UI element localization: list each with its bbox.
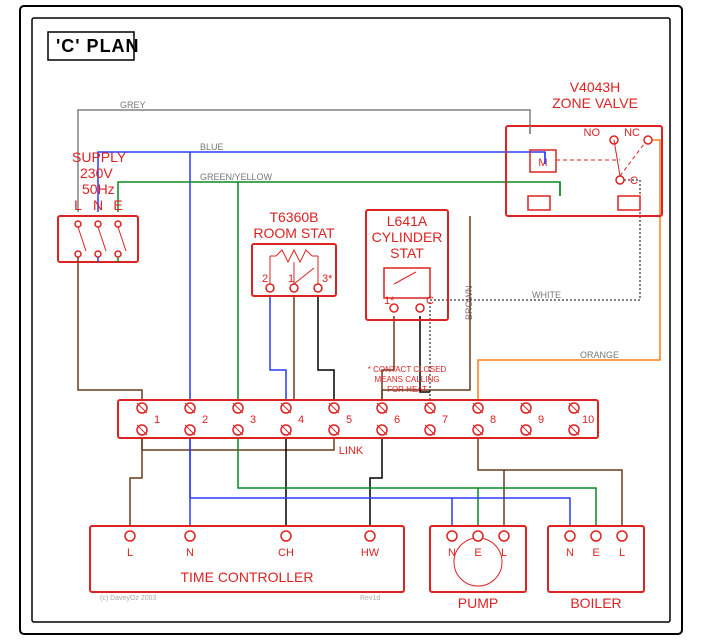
strip-n7: 7: [442, 414, 448, 426]
credit-text: (c) DaveyOz 2003: [100, 595, 157, 602]
boiler-N: N: [566, 547, 574, 559]
supply-label-2: 230V: [80, 165, 113, 181]
supply-E: E: [113, 197, 122, 213]
valve-NC: NC: [624, 127, 640, 139]
strip-n10: 10: [582, 414, 594, 426]
wire-roomstat-2: [270, 296, 286, 400]
time-controller-block: L N CH HW TIME CONTROLLER: [90, 526, 404, 592]
wire-pump-N: [190, 438, 452, 526]
pump-label: PUMP: [458, 595, 498, 611]
boiler-E: E: [592, 547, 599, 559]
cylstat-label-1: L641A: [387, 213, 428, 229]
strip-n1: 1: [154, 414, 160, 426]
valve-C: C: [630, 175, 638, 187]
pump-L: L: [501, 547, 507, 559]
cylstat-note-2: MEANS CALLING: [375, 375, 440, 384]
tc-label: TIME CONTROLLER: [180, 569, 313, 585]
supply-label-1: SUPPLY: [72, 149, 127, 165]
tc-L: L: [127, 547, 133, 559]
wire-label-greenyellow: GREEN/YELLOW: [200, 172, 273, 182]
wire-tc-L: [130, 438, 142, 526]
strip-n2: 2: [202, 414, 208, 426]
roomstat-label-1: T6360B: [269, 209, 318, 225]
valve-M: M: [538, 157, 547, 169]
wire-tc-HW: [370, 438, 382, 526]
cylstat-t1: 1*: [384, 295, 395, 307]
supply-label-3: 50Hz: [82, 181, 115, 197]
strip-n5: 5: [346, 414, 352, 426]
strip-n9: 9: [538, 414, 544, 426]
terminal-strip: 1 2 3 4 5 6 7 8 9 10: [118, 400, 598, 438]
wire-grey: [78, 110, 530, 212]
cylstat-note-1: * CONTACT CLOSED: [368, 365, 447, 374]
wire-greenyellow-main: [118, 182, 560, 212]
strip-n3: 3: [250, 414, 256, 426]
diagram-title: 'C' PLAN: [56, 36, 140, 56]
roomstat-t3: 3*: [322, 273, 333, 285]
strip-n8: 8: [490, 414, 496, 426]
boiler-L: L: [619, 547, 625, 559]
zone-valve-block: V4043H ZONE VALVE M NO NC C: [506, 79, 662, 216]
wire-label-brown: BROWN: [464, 286, 474, 321]
link-label: LINK: [339, 445, 364, 457]
tc-HW: HW: [361, 547, 380, 559]
cylstat-label-2: CYLINDER: [372, 229, 443, 245]
room-stat-block: T6360B ROOM STAT 2 1 3*: [252, 209, 336, 296]
roomstat-t1: 1: [288, 273, 294, 285]
wire-label-blue: BLUE: [200, 142, 224, 152]
tc-N: N: [186, 547, 194, 559]
pump-E: E: [474, 547, 481, 559]
wire-roomstat-3: [318, 296, 334, 400]
supply-block: SUPPLY 230V 50Hz L N E: [58, 149, 138, 262]
valve-NO: NO: [584, 127, 601, 139]
cylstat-tC: C: [426, 295, 434, 307]
roomstat-t2: 2: [262, 273, 268, 285]
wire-brown-supply: [78, 262, 142, 400]
pump-block: N E L PUMP: [430, 526, 526, 611]
strip-n6: 6: [394, 414, 400, 426]
boiler-label: BOILER: [570, 595, 621, 611]
cylstat-label-3: STAT: [390, 245, 424, 261]
wire-label-orange: ORANGE: [580, 350, 619, 360]
boiler-block: N E L BOILER: [548, 526, 644, 611]
wire-boiler-E: [478, 488, 596, 526]
supply-N: N: [93, 197, 103, 213]
wire-boiler-N: [452, 498, 570, 526]
wire-label-grey: GREY: [120, 100, 146, 110]
cylstat-note-3: FOR HEAT: [387, 385, 427, 394]
strip-n4: 4: [298, 414, 304, 426]
tc-CH: CH: [278, 547, 294, 559]
valve-label-1: V4043H: [570, 79, 621, 95]
rev-text: Rev1d: [360, 595, 380, 602]
supply-L: L: [74, 197, 82, 213]
roomstat-label-2: ROOM STAT: [253, 225, 335, 241]
wire-pump-L: [478, 438, 504, 526]
wire-label-white: WHITE: [532, 290, 561, 300]
valve-label-2: ZONE VALVE: [552, 95, 638, 111]
cylinder-stat-block: L641A CYLINDER STAT 1* C * CONTACT CLOSE…: [366, 210, 448, 394]
pump-N: N: [448, 547, 456, 559]
